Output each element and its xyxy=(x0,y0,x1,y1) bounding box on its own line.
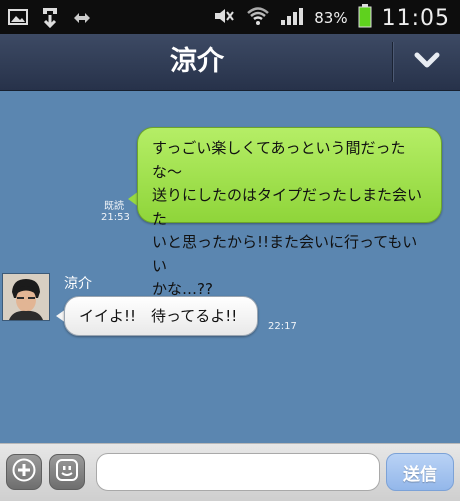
chat-header: 涼介 xyxy=(0,34,460,91)
gallery-icon xyxy=(8,8,28,30)
wifi-icon xyxy=(246,6,270,30)
add-attachment-button[interactable] xyxy=(6,454,42,490)
message-composer: 送信 xyxy=(0,443,460,501)
incoming-message-text: イイよ!! 待ってるよ!! xyxy=(79,307,238,325)
read-receipt: 既読 xyxy=(104,201,124,212)
send-button[interactable]: 送信 xyxy=(386,453,454,491)
status-bar: 83% 11:05 xyxy=(0,0,460,34)
outgoing-message-line: 送りにしたのはタイプだったしまた会いた xyxy=(152,186,423,228)
incoming-timestamp: 22:17 xyxy=(268,321,297,332)
collapse-button[interactable] xyxy=(394,34,460,90)
chevron-down-icon xyxy=(413,51,441,73)
battery-percent: 83% xyxy=(314,9,348,27)
smiley-icon xyxy=(55,458,79,486)
download-icon xyxy=(40,6,60,32)
header-divider xyxy=(392,42,393,82)
sync-icon xyxy=(72,10,92,29)
mute-icon xyxy=(212,6,236,30)
incoming-message-bubble[interactable]: イイよ!! 待ってるよ!! xyxy=(64,296,258,336)
chat-title: 涼介 xyxy=(170,46,224,77)
outgoing-message-bubble[interactable]: すっごい楽しくてあっという間だったな〜 送りにしたのはタイプだったしまた会いた … xyxy=(137,127,442,298)
outgoing-message-line: いと思ったから!!また会いに行ってもいい xyxy=(152,233,418,275)
message-input[interactable] xyxy=(96,453,380,491)
signal-icon xyxy=(280,6,304,30)
sticker-button[interactable] xyxy=(49,454,85,490)
plus-icon xyxy=(12,458,36,486)
outgoing-message-line: すっごい楽しくてあっという間だったな〜 xyxy=(152,139,406,181)
status-left-icons xyxy=(8,6,92,32)
battery-icon xyxy=(358,4,372,32)
sender-name: 涼介 xyxy=(64,276,92,292)
avatar[interactable] xyxy=(2,273,50,321)
outgoing-timestamp: 21:53 xyxy=(101,212,130,223)
status-time: 11:05 xyxy=(381,5,450,31)
avatar-photo xyxy=(3,274,49,320)
chat-area[interactable]: すっごい楽しくてあっという間だったな〜 送りにしたのはタイプだったしまた会いた … xyxy=(0,91,460,443)
status-right-icons: 83% 11:05 xyxy=(212,4,450,32)
